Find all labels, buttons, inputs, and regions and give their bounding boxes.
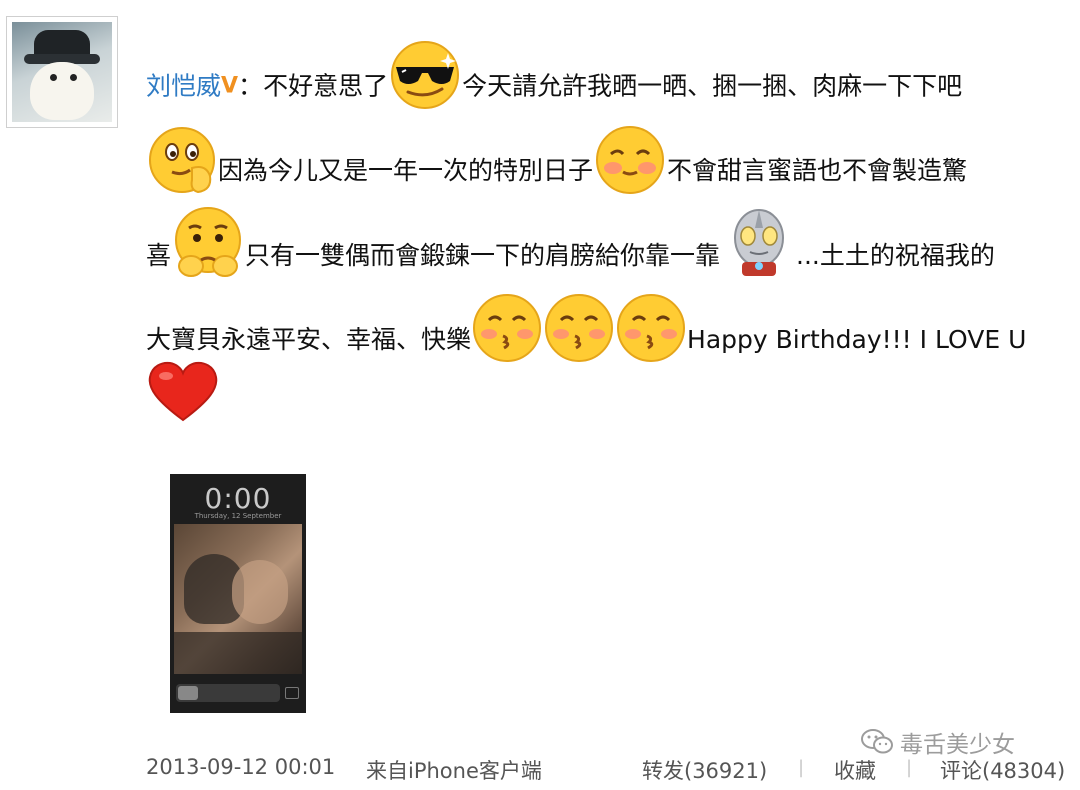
attached-photo[interactable]: 0:00 Thursday, 12 September	[170, 474, 306, 713]
worried-emoji-icon	[171, 206, 245, 280]
post-source[interactable]: 来自iPhone客户端	[366, 755, 542, 785]
wechat-icon	[861, 729, 893, 754]
shy-blush-emoji-icon	[593, 124, 667, 196]
camera-icon	[285, 687, 299, 699]
post-text-9: Happy Birthday!!! I LOVE U	[687, 325, 1027, 354]
post-line-1: 刘恺威V：不好意思了 今天請允許我晒一晒、捆一捆、肉麻一下下吧	[146, 41, 963, 111]
avatar-image	[12, 22, 112, 122]
post-line-2: 因為今儿又是一年一次的特別日子 不會甜言蜜語也不會製造驚	[146, 126, 968, 196]
post-text-8: 大寶貝永遠平安、幸福、快樂	[146, 325, 472, 354]
kiss-emoji-icon	[543, 290, 615, 364]
author-name[interactable]: 刘恺威	[146, 72, 221, 101]
lockscreen-clock: 0:00	[204, 482, 272, 515]
footer-separator: |	[906, 757, 913, 778]
post-text-1: 不好意思了	[263, 71, 389, 101]
post-text-3: 因為今儿又是一年一次的特別日子	[218, 156, 594, 185]
footer-separator: |	[798, 757, 805, 778]
post-line-4: 大寶貝永遠平安、幸福、快樂 Happy Birthday!!! I LOVE U	[146, 294, 1027, 364]
kiss-emoji-icon	[615, 290, 687, 364]
colon: ：	[238, 71, 264, 101]
kiss-emoji-icon	[471, 290, 543, 364]
watermark-text: 毒舌美少女	[900, 732, 1015, 758]
post-text-2: 今天請允許我晒一晒、捆一捆、肉麻一下下吧	[462, 71, 963, 101]
post-footer: 2013-09-12 00:01 来自iPhone客户端 转发(36921) |…	[146, 755, 1076, 785]
ultraman-emoji-icon	[728, 206, 790, 280]
post-line-5	[146, 360, 220, 424]
unlock-slider-knob	[178, 686, 198, 700]
post-text-7: ...土土的祝福我的	[796, 241, 995, 270]
post-text-5: 喜	[146, 241, 172, 270]
thinking-emoji-icon	[146, 124, 218, 196]
verified-badge: V	[221, 73, 239, 99]
post-timestamp[interactable]: 2013-09-12 00:01	[146, 755, 335, 779]
repost-button[interactable]: 转发(36921)	[642, 755, 767, 785]
comment-button[interactable]: 评论(48304)	[940, 755, 1065, 785]
avatar[interactable]	[6, 16, 118, 128]
photo-content	[174, 524, 302, 674]
lockscreen-date: Thursday, 12 September	[194, 512, 282, 520]
red-heart-emoji-icon	[146, 360, 220, 424]
favorite-button[interactable]: 收藏	[834, 755, 876, 785]
post-line-3: 喜 只有一雙偶而會鍛鍊一下的肩膀給你靠一靠 ...土土的祝福我的	[146, 207, 995, 280]
cool-sunglasses-emoji-icon	[388, 37, 462, 111]
post-text-4: 不會甜言蜜語也不會製造驚	[667, 156, 968, 185]
post-text-6: 只有一雙偶而會鍛鍊一下的肩膀給你靠一靠	[245, 241, 721, 270]
watermark: 毒舌美少女	[860, 726, 1015, 758]
